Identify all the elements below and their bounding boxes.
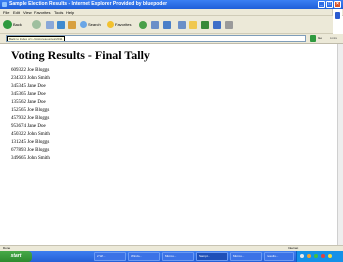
tray-icon[interactable] (321, 254, 325, 258)
taskbar: start 2 Wi... Windo... Micros... Sampl..… (0, 251, 343, 262)
back-tooltip: Back to Index of /~/microresources/2011 (7, 36, 65, 41)
taskbar-item[interactable]: 2 Wi... (94, 252, 126, 261)
links-button[interactable]: Links (330, 35, 337, 42)
search-label: Search (88, 22, 101, 27)
address-bar: Back to Index of /~/microresources/2011 … (0, 34, 343, 44)
address-input[interactable]: Back to Index of /~/microresources/2011 (6, 35, 306, 42)
taskbar-item[interactable]: Windo... (128, 252, 160, 261)
window-title: Sample Election Results - Internet Explo… (9, 1, 168, 7)
back-button[interactable]: Back (3, 20, 22, 30)
forward-arrow-icon (32, 20, 41, 30)
tray-icon[interactable] (307, 254, 311, 258)
standard-toolbar: Back Search Favorites (0, 16, 333, 34)
menu-bar: File Edit View Favorites Tools Help (0, 9, 343, 16)
print-icon[interactable] (163, 21, 171, 29)
windows-flag-icon (335, 12, 340, 19)
taskbar-item[interactable]: Micros... (230, 252, 262, 261)
go-arrow-icon[interactable] (310, 35, 316, 42)
result-row: 457932 Joe Bloggs (11, 116, 50, 121)
windows-logo-throbber (332, 9, 342, 25)
refresh-icon[interactable] (57, 21, 65, 29)
menu-favorites[interactable]: Favorites (34, 10, 50, 15)
research-icon[interactable] (201, 21, 209, 29)
result-row: 152565 Joe Bloggs (11, 108, 50, 113)
result-row: 131245 Joe Bloggs (11, 140, 50, 145)
page-title: Voting Results - Final Tally (11, 48, 150, 62)
close-button[interactable]: × (334, 1, 341, 8)
edit-icon[interactable] (178, 21, 186, 29)
window-titlebar: Sample Election Results - Internet Explo… (0, 0, 343, 9)
home-icon[interactable] (68, 21, 76, 29)
tray-icon[interactable] (300, 254, 304, 258)
favorites-star-icon (107, 21, 114, 29)
page-content: Voting Results - Final Tally 609322 Joe … (0, 44, 337, 245)
minimize-button[interactable]: _ (318, 1, 325, 8)
taskbar-item[interactable]: Micros... (162, 252, 194, 261)
result-row: 345345 Jane Doe (11, 84, 46, 89)
back-label: Back (13, 22, 22, 27)
vertical-scrollbar[interactable] (337, 44, 343, 245)
search-icon (80, 21, 87, 29)
result-row: 349665 John Smith (11, 156, 50, 161)
result-row: 345365 Jane Doe (11, 92, 46, 97)
results-list: 609322 Joe Bloggs 234323 John Smith 3453… (11, 67, 50, 163)
menu-help[interactable]: Help (66, 10, 74, 15)
search-button[interactable]: Search (80, 20, 101, 30)
result-row: 450322 John Smith (11, 132, 50, 137)
result-row: 677893 Joe Bloggs (11, 148, 50, 153)
internet-explorer-icon (2, 2, 7, 7)
messenger-icon[interactable] (213, 21, 221, 29)
stop-icon[interactable] (46, 21, 54, 29)
taskbar-item[interactable]: results... (264, 252, 294, 261)
favorites-button[interactable]: Favorites (107, 20, 131, 30)
system-tray (296, 251, 343, 262)
taskbar-item-active[interactable]: Sampl... (196, 252, 228, 261)
tools-icon[interactable] (225, 21, 233, 29)
result-row: 234323 John Smith (11, 76, 50, 81)
back-arrow-icon (3, 20, 12, 30)
folder-icon[interactable] (189, 21, 197, 29)
result-row: 953674 Jane Doe (11, 124, 46, 129)
menu-file[interactable]: File (3, 10, 9, 15)
menu-view[interactable]: View (23, 10, 32, 15)
result-row: 135562 Jane Doe (11, 100, 46, 105)
mail-icon[interactable] (151, 21, 159, 29)
result-row: 609322 Joe Bloggs (11, 68, 50, 73)
favorites-label: Favorites (115, 22, 132, 27)
go-button[interactable]: Go (318, 35, 322, 42)
maximize-button[interactable]: □ (326, 1, 333, 8)
tray-icon[interactable] (314, 254, 318, 258)
menu-edit[interactable]: Edit (13, 10, 20, 15)
forward-button[interactable] (32, 20, 42, 30)
menu-tools[interactable]: Tools (54, 10, 63, 15)
tray-icon[interactable] (328, 254, 332, 258)
history-icon[interactable] (139, 21, 147, 29)
start-button[interactable]: start (0, 251, 32, 262)
